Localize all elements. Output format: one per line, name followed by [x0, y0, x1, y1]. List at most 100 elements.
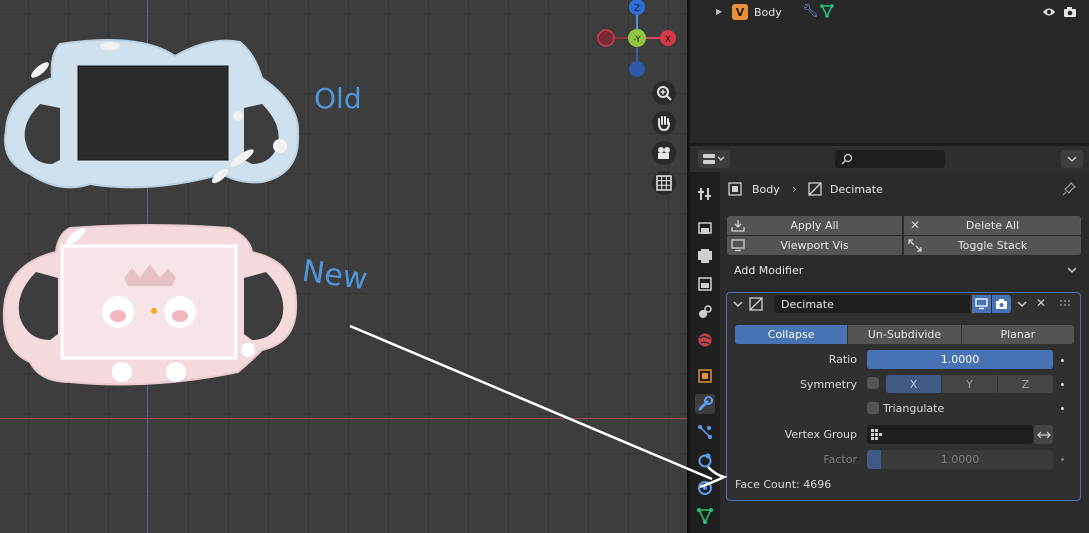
- hand-icon[interactable]: [652, 111, 676, 135]
- camera-icon[interactable]: [652, 141, 676, 165]
- chevron-down-icon: [1067, 267, 1077, 273]
- annotation-arrow-head: [686, 466, 728, 489]
- mode-tab-collapse-label: Collapse: [767, 328, 815, 341]
- chevron-down-icon: [1067, 156, 1077, 162]
- zoom-icon[interactable]: [652, 81, 676, 105]
- apply-icon: [731, 220, 745, 232]
- mesh-data-tab-icon[interactable]: [695, 506, 715, 526]
- object-tab-icon[interactable]: [695, 366, 715, 386]
- triangulate-keyframe-dot[interactable]: [1061, 407, 1064, 410]
- 3d-viewport[interactable]: Old New Z -Y X: [0, 0, 687, 533]
- render-camera-icon: [996, 299, 1007, 309]
- modifier-menu-chevron-icon[interactable]: [1017, 301, 1027, 308]
- properties-editor[interactable]: Body › Decimate Apply All ✕ Delete All V…: [690, 146, 1089, 533]
- apply-all-label: Apply All: [790, 219, 839, 232]
- mode-tab-un-subdivide[interactable]: Un-Subdivide: [848, 325, 961, 344]
- x-icon: ✕: [910, 218, 921, 232]
- annotation-arrow: [349, 324, 687, 470]
- ratio-label: Ratio: [828, 353, 857, 366]
- collapse-chevron-icon[interactable]: [733, 301, 743, 308]
- add-modifier-dropdown[interactable]: Add Modifier: [727, 261, 1081, 280]
- view-layer-tab-icon[interactable]: [695, 274, 715, 294]
- triangulate-label[interactable]: Triangulate: [883, 402, 944, 415]
- ratio-keyframe-dot[interactable]: [1061, 359, 1064, 362]
- breadcrumb: Body › Decimate: [726, 180, 1081, 198]
- mesh-data-icon[interactable]: [820, 4, 834, 21]
- search-icon: [841, 153, 853, 165]
- outliner-item-label[interactable]: Body: [754, 6, 782, 19]
- invert-arrows-icon: [1036, 431, 1051, 438]
- modifier-name-input[interactable]: Decimate: [774, 295, 970, 313]
- delete-all-label: Delete All: [965, 219, 1020, 232]
- navigation-gizmo[interactable]: Z -Y X: [592, 0, 682, 80]
- modifier-tab-icon[interactable]: [695, 394, 715, 414]
- wrench-icon[interactable]: 🔧︎: [802, 4, 819, 19]
- object-icon: [728, 182, 742, 196]
- factor-value: 1.0000: [940, 453, 980, 466]
- particles-tab-icon[interactable]: [695, 422, 715, 442]
- decimate-icon: [808, 182, 822, 196]
- apply-all-button[interactable]: Apply All: [727, 216, 902, 235]
- remove-modifier-icon[interactable]: ✕: [1036, 296, 1046, 310]
- tool-tab-icon[interactable]: [695, 184, 715, 204]
- pin-icon[interactable]: [1062, 182, 1076, 196]
- render-tab-icon[interactable]: [695, 218, 715, 238]
- ratio-value: 1.0000: [940, 353, 980, 366]
- vertex-group-input[interactable]: [867, 425, 1033, 444]
- modifier-name-value: Decimate: [781, 298, 834, 311]
- scene-tab-icon[interactable]: [695, 302, 715, 322]
- viewport-vis-label: Viewport Vis: [780, 239, 849, 252]
- toggle-stack-button[interactable]: Toggle Stack: [904, 236, 1081, 255]
- gizmo-y-label: -Y: [633, 35, 641, 45]
- outliner-row[interactable]: ▶ V Body 🔧︎: [690, 2, 1089, 24]
- add-modifier-label: Add Modifier: [734, 264, 804, 277]
- drag-handle-icon[interactable]: [1059, 300, 1073, 306]
- outliner[interactable]: ▶ V Body 🔧︎: [690, 0, 1089, 143]
- symmetry-keyframe-dot[interactable]: [1061, 383, 1064, 386]
- mode-tab-un-subdivide-label: Un-Subdivide: [867, 328, 942, 341]
- grid-icon[interactable]: [652, 171, 676, 195]
- triangulate-checkbox[interactable]: [867, 402, 879, 414]
- properties-header: [690, 146, 1089, 172]
- options-dropdown[interactable]: [1061, 150, 1083, 168]
- vertex-group-icon: [871, 429, 882, 440]
- ratio-slider[interactable]: 1.0000: [867, 350, 1053, 369]
- object-data-icon: V: [732, 4, 748, 20]
- breadcrumb-separator-icon: ›: [792, 182, 797, 196]
- symmetry-axis-z[interactable]: Z: [998, 375, 1053, 393]
- factor-keyframe-dot[interactable]: [1061, 458, 1064, 461]
- factor-slider[interactable]: 1.0000: [867, 450, 1053, 469]
- gizmo-z-label: Z: [634, 4, 640, 14]
- toggle-stack-label: Toggle Stack: [957, 239, 1028, 252]
- breadcrumb-modifier[interactable]: Decimate: [830, 183, 883, 196]
- symmetry-axis-y-label: Y: [966, 377, 973, 391]
- show-in-viewport-toggle[interactable]: [972, 295, 991, 313]
- invert-vertex-group-toggle[interactable]: [1034, 425, 1053, 444]
- output-tab-icon[interactable]: [695, 246, 715, 266]
- render-camera-icon[interactable]: [1063, 6, 1077, 21]
- delete-all-button[interactable]: ✕ Delete All: [904, 216, 1081, 235]
- viewport-vis-button[interactable]: Viewport Vis: [727, 236, 902, 255]
- decimate-modifier-panel: Decimate ✕ Collapse Un-Subdivide Planar: [726, 292, 1081, 501]
- monitor-icon: [731, 239, 745, 252]
- world-tab-icon[interactable]: [695, 330, 715, 350]
- mode-tabs: Collapse Un-Subdivide Planar: [735, 325, 1074, 344]
- symmetry-axis-x[interactable]: X: [886, 375, 941, 393]
- decimate-modifier-icon: [749, 297, 763, 311]
- monitor-icon: [975, 298, 988, 310]
- mode-tab-collapse[interactable]: Collapse: [735, 325, 848, 344]
- mode-tab-planar[interactable]: Planar: [961, 325, 1074, 344]
- show-in-render-toggle[interactable]: [992, 295, 1011, 313]
- symmetry-axis-z-label: Z: [1021, 377, 1030, 391]
- editor-type-dropdown[interactable]: [698, 150, 730, 168]
- face-count: Face Count: 4696: [735, 478, 832, 491]
- search-input[interactable]: [835, 150, 945, 168]
- symmetry-checkbox[interactable]: [867, 377, 879, 389]
- symmetry-axis-x-label: X: [909, 377, 918, 391]
- eye-icon[interactable]: [1042, 7, 1056, 20]
- mode-tab-planar-label: Planar: [1000, 328, 1036, 341]
- symmetry-axis-y[interactable]: Y: [942, 375, 997, 393]
- vertex-group-label: Vertex Group: [784, 428, 857, 441]
- expand-arrow-icon[interactable]: ▶: [716, 7, 722, 16]
- breadcrumb-object[interactable]: Body: [752, 183, 780, 196]
